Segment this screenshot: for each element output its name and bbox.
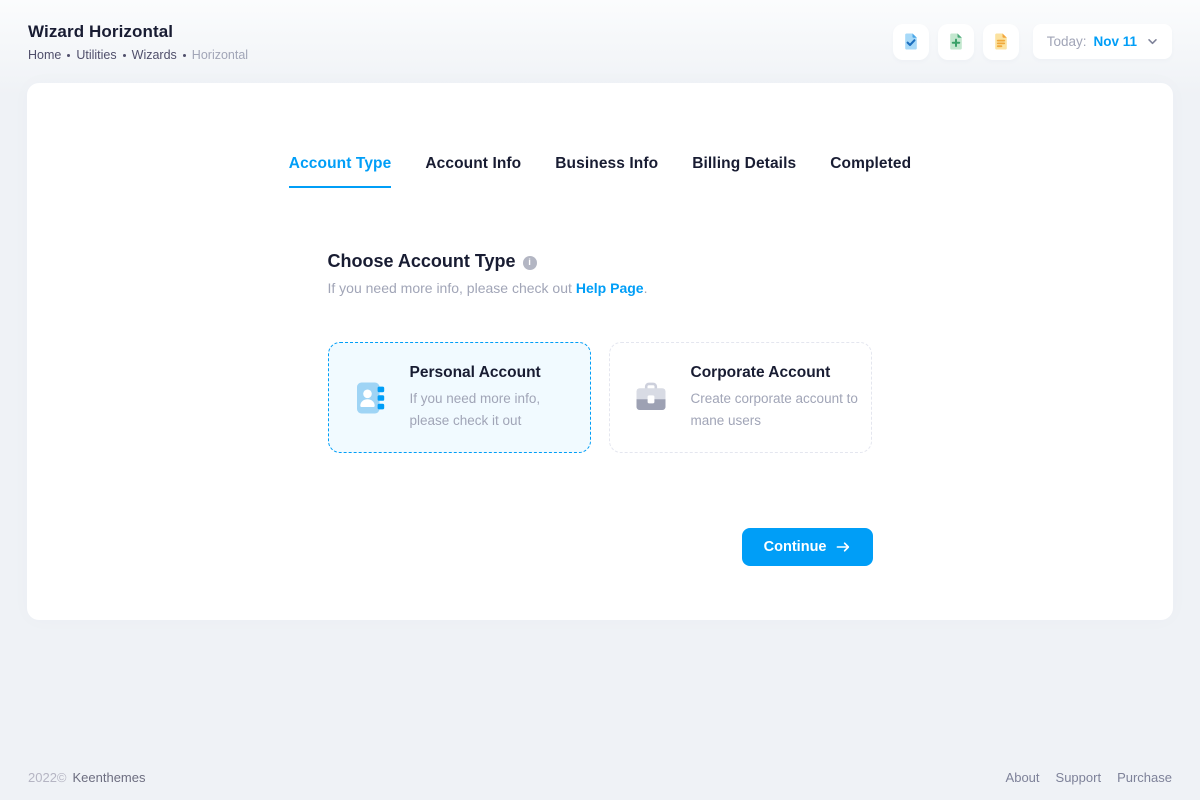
section-heading-row: Choose Account Type i (328, 251, 873, 272)
wizard-steps-nav: Account Type Account Info Business Info … (27, 155, 1173, 188)
continue-button[interactable]: Continue (742, 528, 873, 566)
briefcase-icon (631, 378, 671, 418)
file-check-icon (901, 32, 921, 52)
copyright-year: 2022© (28, 770, 67, 785)
footer-link-about[interactable]: About (1006, 770, 1040, 785)
page-title: Wizard Horizontal (28, 22, 248, 42)
date-picker-button[interactable]: Today: Nov 11 (1033, 24, 1172, 59)
address-book-icon (350, 378, 390, 418)
option-text: Corporate Account Create corporate accou… (691, 364, 871, 432)
option-title: Corporate Account (691, 364, 871, 382)
tab-completed[interactable]: Completed (830, 155, 911, 188)
option-personal-account[interactable]: Personal Account If you need more info, … (328, 342, 591, 453)
breadcrumb-item-current: Horizontal (192, 48, 248, 62)
option-description: Create corporate account to mane users (691, 388, 871, 432)
info-circle-icon[interactable]: i (523, 256, 537, 270)
option-corporate-account[interactable]: Corporate Account Create corporate accou… (609, 342, 872, 453)
footer-links: About Support Purchase (1006, 770, 1172, 785)
breadcrumb-separator-dot (123, 54, 126, 57)
footer-link-purchase[interactable]: Purchase (1117, 770, 1172, 785)
footer-link-support[interactable]: Support (1056, 770, 1102, 785)
date-value: Nov 11 (1093, 34, 1137, 49)
copyright-company-link[interactable]: Keenthemes (73, 770, 146, 785)
breadcrumb-item-home[interactable]: Home (28, 48, 61, 62)
wizard-step-content: Choose Account Type i If you need more i… (328, 251, 873, 566)
file-plus-button[interactable] (938, 24, 974, 60)
file-lines-button[interactable] (983, 24, 1019, 60)
header-actions: Today: Nov 11 (893, 24, 1172, 60)
option-description: If you need more info, please check it o… (410, 388, 572, 432)
file-check-button[interactable] (893, 24, 929, 60)
date-label: Today: (1047, 34, 1087, 49)
page-heading-block: Wizard Horizontal Home Utilities Wizards… (28, 22, 248, 62)
page-header: Wizard Horizontal Home Utilities Wizards… (0, 0, 1200, 83)
breadcrumb-separator-dot (67, 54, 70, 57)
tab-billing-details[interactable]: Billing Details (692, 155, 796, 188)
file-plus-icon (946, 32, 966, 52)
account-type-options: Personal Account If you need more info, … (328, 342, 873, 453)
subtitle-text: If you need more info, please check out (328, 280, 572, 296)
tab-account-type[interactable]: Account Type (289, 155, 392, 188)
chevron-down-icon (1144, 36, 1158, 47)
arrow-right-icon (836, 540, 851, 554)
wizard-actions: Continue (328, 528, 873, 566)
section-subtitle: If you need more info, please check outH… (328, 280, 873, 296)
breadcrumb-item-utilities[interactable]: Utilities (76, 48, 116, 62)
wizard-card: Account Type Account Info Business Info … (27, 83, 1173, 620)
option-text: Personal Account If you need more info, … (410, 364, 572, 432)
continue-label: Continue (764, 539, 827, 555)
option-title: Personal Account (410, 364, 572, 382)
section-heading: Choose Account Type (328, 251, 516, 272)
breadcrumb-separator-dot (183, 54, 186, 57)
file-lines-icon (991, 32, 1011, 52)
breadcrumb: Home Utilities Wizards Horizontal (28, 48, 248, 62)
breadcrumb-item-wizards[interactable]: Wizards (132, 48, 177, 62)
tab-business-info[interactable]: Business Info (555, 155, 658, 188)
copyright: 2022© Keenthemes (28, 770, 146, 785)
page-footer: 2022© Keenthemes About Support Purchase (0, 770, 1200, 800)
help-page-link[interactable]: Help Page (576, 280, 644, 296)
subtitle-suffix: . (644, 280, 648, 296)
tab-account-info[interactable]: Account Info (425, 155, 521, 188)
